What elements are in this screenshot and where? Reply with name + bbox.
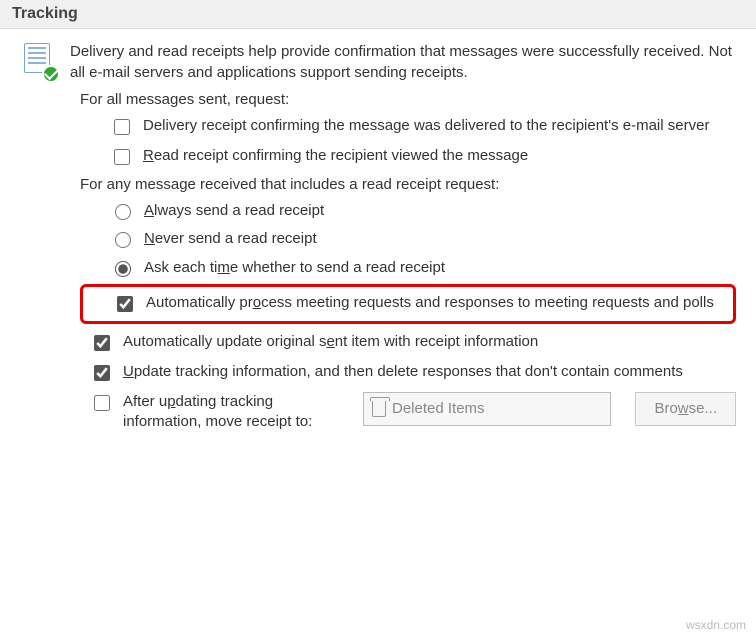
update-tracking-option[interactable]: Update tracking information, and then de… (90, 362, 736, 384)
radio-never-label: Never send a read receipt (144, 229, 736, 249)
radio-never-option[interactable]: Never send a read receipt (110, 229, 736, 249)
move-receipt-row: After updating tracking information, mov… (90, 392, 736, 433)
auto-process-label: Automatically process meeting requests a… (146, 293, 727, 313)
radio-ask-option[interactable]: Ask each time whether to send a read rec… (110, 258, 736, 278)
browse-button[interactable]: Browse... (635, 392, 736, 426)
radio-always[interactable] (115, 204, 131, 220)
read-receipt-option[interactable]: Read receipt confirming the recipient vi… (110, 146, 736, 168)
request-label: For all messages sent, request: (80, 91, 736, 108)
auto-update-checkbox[interactable] (94, 335, 110, 351)
delivery-receipt-label: Delivery receipt confirming the message … (143, 116, 736, 136)
read-receipt-checkbox[interactable] (114, 149, 130, 165)
folder-field: Deleted Items (363, 392, 611, 426)
intro-row: Delivery and read receipts help provide … (20, 41, 736, 83)
update-tracking-label: Update tracking information, and then de… (123, 362, 736, 382)
radio-ask-label: Ask each time whether to send a read rec… (144, 258, 736, 278)
move-receipt-checkbox[interactable] (94, 395, 110, 411)
trash-icon (372, 401, 386, 417)
radio-always-option[interactable]: Always send a read receipt (110, 201, 736, 221)
radio-never[interactable] (115, 232, 131, 248)
section-title: Tracking (12, 5, 78, 22)
move-receipt-label: After updating tracking information, mov… (123, 392, 353, 433)
read-receipt-label: Read receipt confirming the recipient vi… (143, 146, 736, 166)
section-header: Tracking (0, 0, 756, 29)
watermark: wsxdn.com (686, 618, 746, 632)
delivery-receipt-option[interactable]: Delivery receipt confirming the message … (110, 116, 736, 138)
update-tracking-checkbox[interactable] (94, 365, 110, 381)
auto-update-label: Automatically update original sent item … (123, 332, 736, 352)
receive-label: For any message received that includes a… (80, 176, 736, 193)
auto-process-option[interactable]: Automatically process meeting requests a… (113, 293, 727, 315)
radio-ask[interactable] (115, 261, 131, 277)
delivery-receipt-checkbox[interactable] (114, 119, 130, 135)
radio-always-label: Always send a read receipt (144, 201, 736, 221)
auto-process-checkbox[interactable] (117, 296, 133, 312)
tracking-panel: Delivery and read receipts help provide … (0, 29, 756, 452)
highlighted-option: Automatically process meeting requests a… (80, 284, 736, 324)
auto-update-option[interactable]: Automatically update original sent item … (90, 332, 736, 354)
intro-text: Delivery and read receipts help provide … (70, 41, 736, 83)
folder-name: Deleted Items (392, 400, 485, 417)
receipt-confirm-icon (20, 43, 58, 81)
